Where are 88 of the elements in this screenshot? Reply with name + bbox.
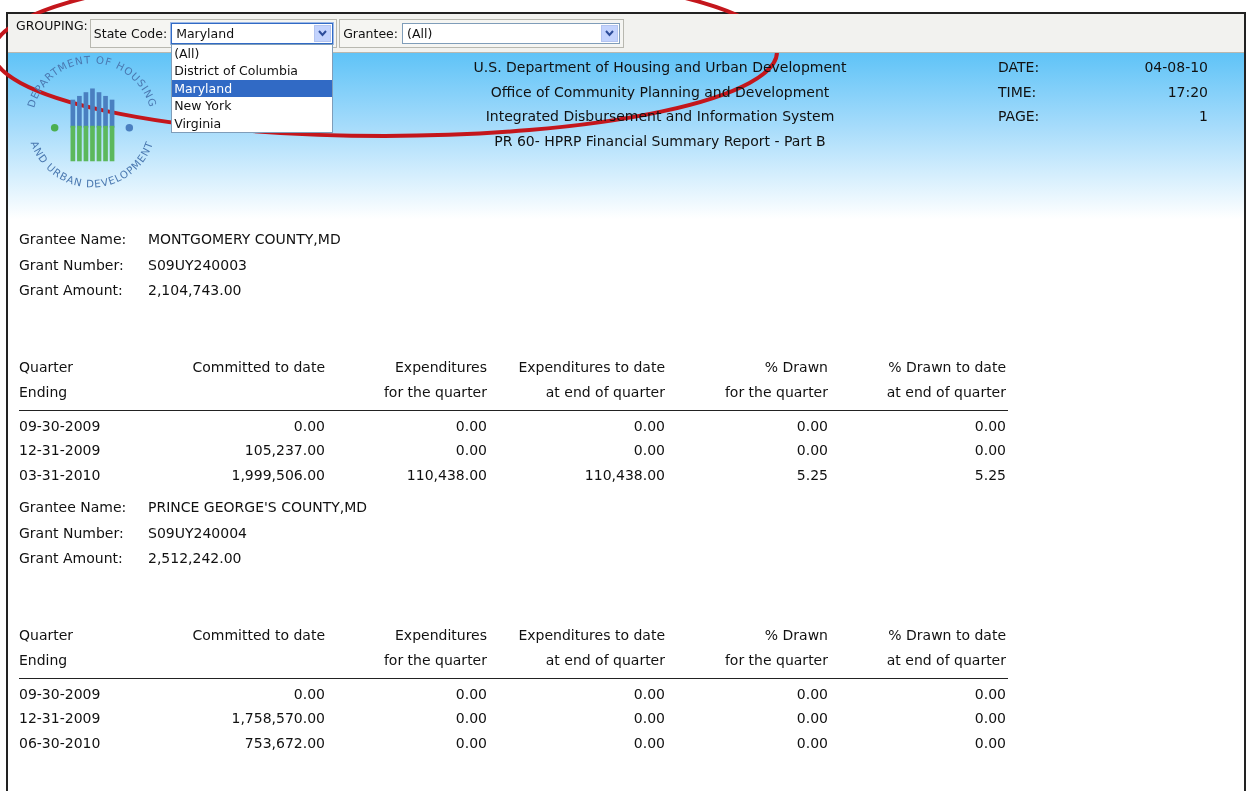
table-cell-text: 0.00 — [632, 441, 665, 460]
field-value: S09UY240004 — [148, 523, 247, 543]
table-cell-text: 0.00 — [292, 416, 325, 436]
column-header: Quarter — [19, 625, 74, 645]
chevron-icon — [601, 24, 619, 42]
table-cell-text: 0.00 — [632, 733, 665, 753]
field-value: 2,512,242.00 — [148, 549, 242, 568]
column-header: Ending — [19, 383, 68, 402]
dropdown-option[interactable]: Maryland — [172, 79, 333, 97]
table-cell-text: 0.00 — [632, 709, 665, 728]
field-value: PRINCE GEORGE'S COUNTY,MD — [148, 498, 368, 517]
meta-label: PAGE: — [998, 107, 1041, 126]
field-value: S09UY240003 — [148, 255, 247, 275]
field-value: 2,104,743.00 — [148, 281, 242, 300]
meta-value: 17:20 — [1166, 82, 1208, 102]
column-header: Quarter — [19, 357, 74, 377]
table-cell-text: 09-30-2009 — [19, 684, 102, 704]
meta-value: 1 — [1198, 107, 1208, 126]
column-header: % Drawn — [764, 625, 828, 645]
table-cell-text: 0.00 — [454, 441, 487, 460]
table-cell-text: 110,438.00 — [583, 465, 665, 485]
field-label: Grant Amount: — [19, 549, 123, 568]
chevron-icon — [314, 24, 332, 42]
column-header: Expenditures — [395, 357, 487, 377]
table-cell-text: 5.25 — [795, 465, 828, 485]
column-header: for the quarter — [383, 651, 487, 670]
column-header: Ending — [19, 651, 68, 670]
field-label: Grantee Name: — [19, 498, 127, 517]
dropdown-option[interactable]: (All) — [172, 44, 333, 62]
dropdown-option[interactable]: New York — [172, 97, 333, 115]
field-label: Grant Amount: — [19, 281, 123, 300]
column-header: % Drawn to date — [888, 625, 1006, 645]
table-cell-text: 0.00 — [632, 684, 665, 704]
column-header: at end of quarter — [886, 383, 1006, 402]
filter-label: State Code: — [93, 25, 168, 41]
table-cell-text: 753,672.00 — [243, 733, 325, 753]
table-cell-text: 09-30-2009 — [19, 416, 102, 436]
table-cell-text: 0.00 — [454, 416, 487, 436]
table-cell-text: 0.00 — [795, 441, 828, 460]
table-cell-text: 0.00 — [795, 709, 828, 728]
table-cell-text: 0.00 — [973, 733, 1006, 753]
column-header: for the quarter — [724, 651, 828, 670]
table-cell-text: 12-31-2009 — [19, 441, 102, 460]
table-cell-text: 0.00 — [973, 416, 1006, 436]
column-header: Expenditures to date — [518, 625, 665, 645]
meta-value: 04-08-10 — [1143, 58, 1208, 77]
column-header: % Drawn — [764, 357, 828, 377]
grouping-label: GROUPING: — [16, 18, 88, 33]
column-header: Committed to date — [192, 357, 325, 377]
table-cell-text: 0.00 — [795, 684, 828, 704]
column-header: Expenditures — [395, 625, 487, 645]
column-header: at end of quarter — [886, 651, 1006, 670]
table-cell-text: 0.00 — [454, 733, 487, 753]
table-cell-text: 0.00 — [973, 684, 1006, 704]
table-cell-text: 0.00 — [292, 684, 325, 704]
column-header: at end of quarter — [545, 651, 665, 670]
meta-label: TIME: — [998, 82, 1038, 102]
table-cell-text: 0.00 — [454, 709, 487, 728]
column-header: for the quarter — [383, 383, 487, 402]
dropdown[interactable]: (All) — [402, 22, 621, 44]
table-cell-text: 105,237.00 — [243, 441, 325, 460]
column-header: for the quarter — [724, 383, 828, 402]
table-cell-text: 1,758,570.00 — [230, 709, 325, 728]
column-header: at end of quarter — [545, 383, 665, 402]
dropdown-option[interactable]: Virginia — [172, 114, 333, 132]
table-cell-text: 0.00 — [632, 416, 665, 436]
field-value: MONTGOMERY COUNTY,MD — [148, 230, 341, 249]
report-title: PR 60- HPRP Financial Summary Report - Part B — [494, 131, 826, 151]
field-label: Grantee Name: — [19, 230, 127, 249]
column-header: Expenditures to date — [518, 357, 665, 377]
table-cell-text: 0.00 — [973, 709, 1006, 728]
dropdown-option[interactable]: District of Columbia — [172, 62, 333, 80]
meta-label: DATE: — [998, 58, 1041, 77]
table-cell-text: 110,438.00 — [405, 465, 487, 485]
table-cell-text: 03-31-2010 — [19, 465, 102, 485]
table-cell-text: 0.00 — [973, 441, 1006, 460]
table-cell-text: 06-30-2010 — [19, 733, 102, 753]
table-cell-text: 5.25 — [973, 465, 1006, 485]
table-cell-text: 1,999,506.00 — [230, 465, 325, 485]
table-cell-text: 0.00 — [454, 684, 487, 704]
table-cell-text: 12-31-2009 — [19, 709, 102, 728]
field-label: Grant Number: — [19, 255, 124, 275]
field-label: Grant Number: — [19, 523, 124, 543]
table-cell-text: 0.00 — [795, 416, 828, 436]
table-cell-text: 0.00 — [795, 733, 828, 753]
column-header: % Drawn to date — [888, 357, 1006, 377]
filter-label: Grantee: — [343, 25, 399, 41]
column-header: Committed to date — [192, 625, 325, 645]
